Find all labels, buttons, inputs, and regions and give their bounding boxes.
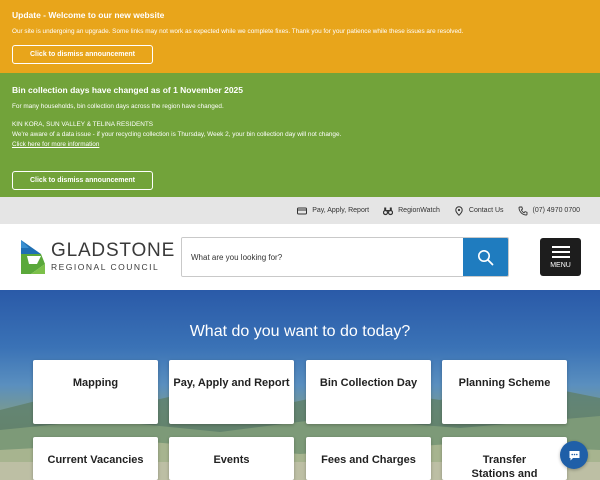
search-button[interactable] — [463, 238, 508, 276]
tile-bin-collection-day[interactable]: Bin Collection Day — [306, 360, 431, 424]
menu-label: MENU — [550, 261, 571, 269]
update-announcement: Update - Welcome to our new website Our … — [0, 0, 600, 73]
card-icon — [297, 207, 308, 214]
menu-button[interactable]: MENU — [540, 238, 581, 276]
tile-transfer-stations[interactable]: Transfer Stations and Landfill — [442, 437, 567, 480]
utility-regionwatch[interactable]: RegionWatch — [383, 206, 440, 216]
tile-pay-apply-report[interactable]: Pay, Apply and Report — [169, 360, 294, 424]
bin-announcement: Bin collection days have changed as of 1… — [0, 73, 600, 197]
bin-announcement-title: Bin collection days have changed as of 1… — [12, 85, 244, 95]
tile-planning-scheme[interactable]: Planning Scheme — [442, 360, 567, 424]
bin-announcement-data-issue: We're aware of a data issue - if your re… — [12, 131, 342, 138]
logo-subtitle: REGIONAL COUNCIL — [51, 261, 160, 272]
hero-title: What do you want to do today? — [189, 323, 411, 340]
bin-announcement-message: For many households, bin collection days… — [12, 103, 224, 110]
site-header: GLADSTONE REGIONAL COUNCIL MENU — [0, 224, 600, 290]
tile-current-vacancies[interactable]: Current Vacancies — [33, 437, 158, 480]
utility-phone[interactable]: (07) 4970 0700 — [518, 206, 580, 216]
utility-pay-apply-report[interactable]: Pay, Apply, Report — [297, 206, 369, 216]
utility-item-label: Pay, Apply, Report — [312, 207, 370, 214]
tile-mapping[interactable]: Mapping — [33, 360, 158, 424]
utility-item-label: RegionWatch — [398, 207, 440, 214]
chat-button[interactable] — [560, 441, 588, 469]
site-search — [181, 237, 509, 277]
chat-icon — [569, 450, 579, 460]
utility-nav: Pay, Apply, Report RegionWatch Contact U… — [0, 197, 600, 224]
location-pin-icon — [455, 205, 463, 216]
site-logo[interactable]: GLADSTONE REGIONAL COUNCIL — [19, 234, 175, 278]
dismiss-bin-button[interactable]: Click to dismiss announcement — [12, 171, 153, 190]
update-announcement-title: Update - Welcome to our new website — [12, 10, 165, 20]
bin-announcement-residents: KIN KORA, SUN VALLEY & TELINA RESIDENTS — [12, 121, 153, 128]
hamburger-icon — [551, 245, 570, 258]
utility-item-label: (07) 4970 0700 — [532, 207, 580, 214]
dismiss-update-button[interactable]: Click to dismiss announcement — [12, 45, 153, 64]
tile-fees-and-charges[interactable]: Fees and Charges — [306, 437, 431, 480]
utility-item-label: Contact Us — [468, 207, 504, 214]
logo-name: GLADSTONE — [51, 239, 176, 261]
utility-contact-us[interactable]: Contact Us — [454, 205, 504, 216]
tile-events[interactable]: Events — [169, 437, 294, 480]
phone-icon — [518, 206, 527, 215]
search-icon — [478, 249, 494, 265]
logo-text: GLADSTONE REGIONAL COUNCIL — [51, 241, 175, 272]
search-input[interactable] — [182, 238, 463, 276]
binoculars-icon — [383, 207, 394, 215]
bin-more-info-link[interactable]: Click here for more information — [12, 140, 588, 150]
update-announcement-message: Our site is undergoing an upgrade. Some … — [12, 28, 464, 35]
gladstone-logo-icon — [21, 240, 45, 274]
